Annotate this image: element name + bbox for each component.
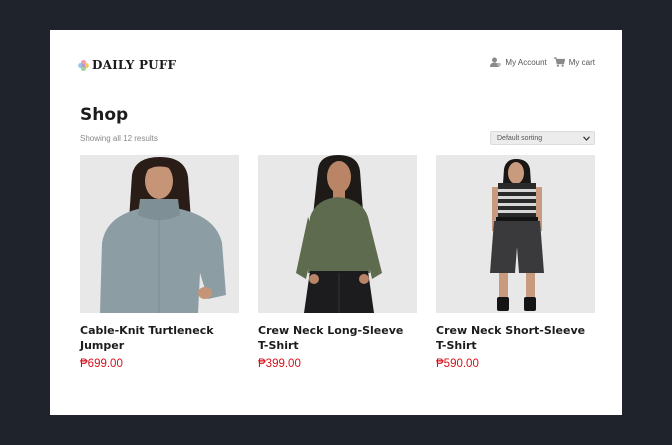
product-image[interactable] [80,155,239,313]
logo-flower-icon [78,59,89,71]
results-count: Showing all 12 results [80,134,158,143]
my-account-label: My Account [505,57,547,67]
my-account-link[interactable]: My Account [490,57,547,67]
product-title[interactable]: Cable-Knit Turtleneck Jumper [80,323,230,353]
product-card[interactable]: Crew Neck Long-Sleeve T-Shirt ₱399.00 [258,155,417,370]
logo-text: DAILY PUFF [92,58,177,72]
chevron-down-icon [583,135,590,141]
cart-icon [553,57,565,67]
header-links: My Account My cart [490,57,595,67]
sort-select[interactable]: Default sorting [490,131,595,145]
product-card[interactable]: Crew Neck Short-Sleeve T-Shirt ₱590.00 [436,155,595,370]
my-cart-link[interactable]: My cart [553,57,595,67]
site-logo[interactable]: DAILY PUFF [78,58,176,72]
user-icon [490,57,502,67]
my-cart-label: My cart [568,57,595,67]
product-card[interactable]: Cable-Knit Turtleneck Jumper ₱699.00 [80,155,239,370]
shop-page: DAILY PUFF My Account My cart Shop Showi… [50,30,622,415]
product-price: ₱699.00 [80,358,123,370]
product-title[interactable]: Crew Neck Short-Sleeve T-Shirt [436,323,586,353]
page-title: Shop [80,105,129,125]
product-price: ₱590.00 [436,358,479,370]
product-image[interactable] [258,155,417,313]
sort-selected-value: Default sorting [497,134,543,142]
product-image[interactable] [436,155,595,313]
product-title[interactable]: Crew Neck Long-Sleeve T-Shirt [258,323,408,353]
product-price: ₱399.00 [258,358,301,370]
